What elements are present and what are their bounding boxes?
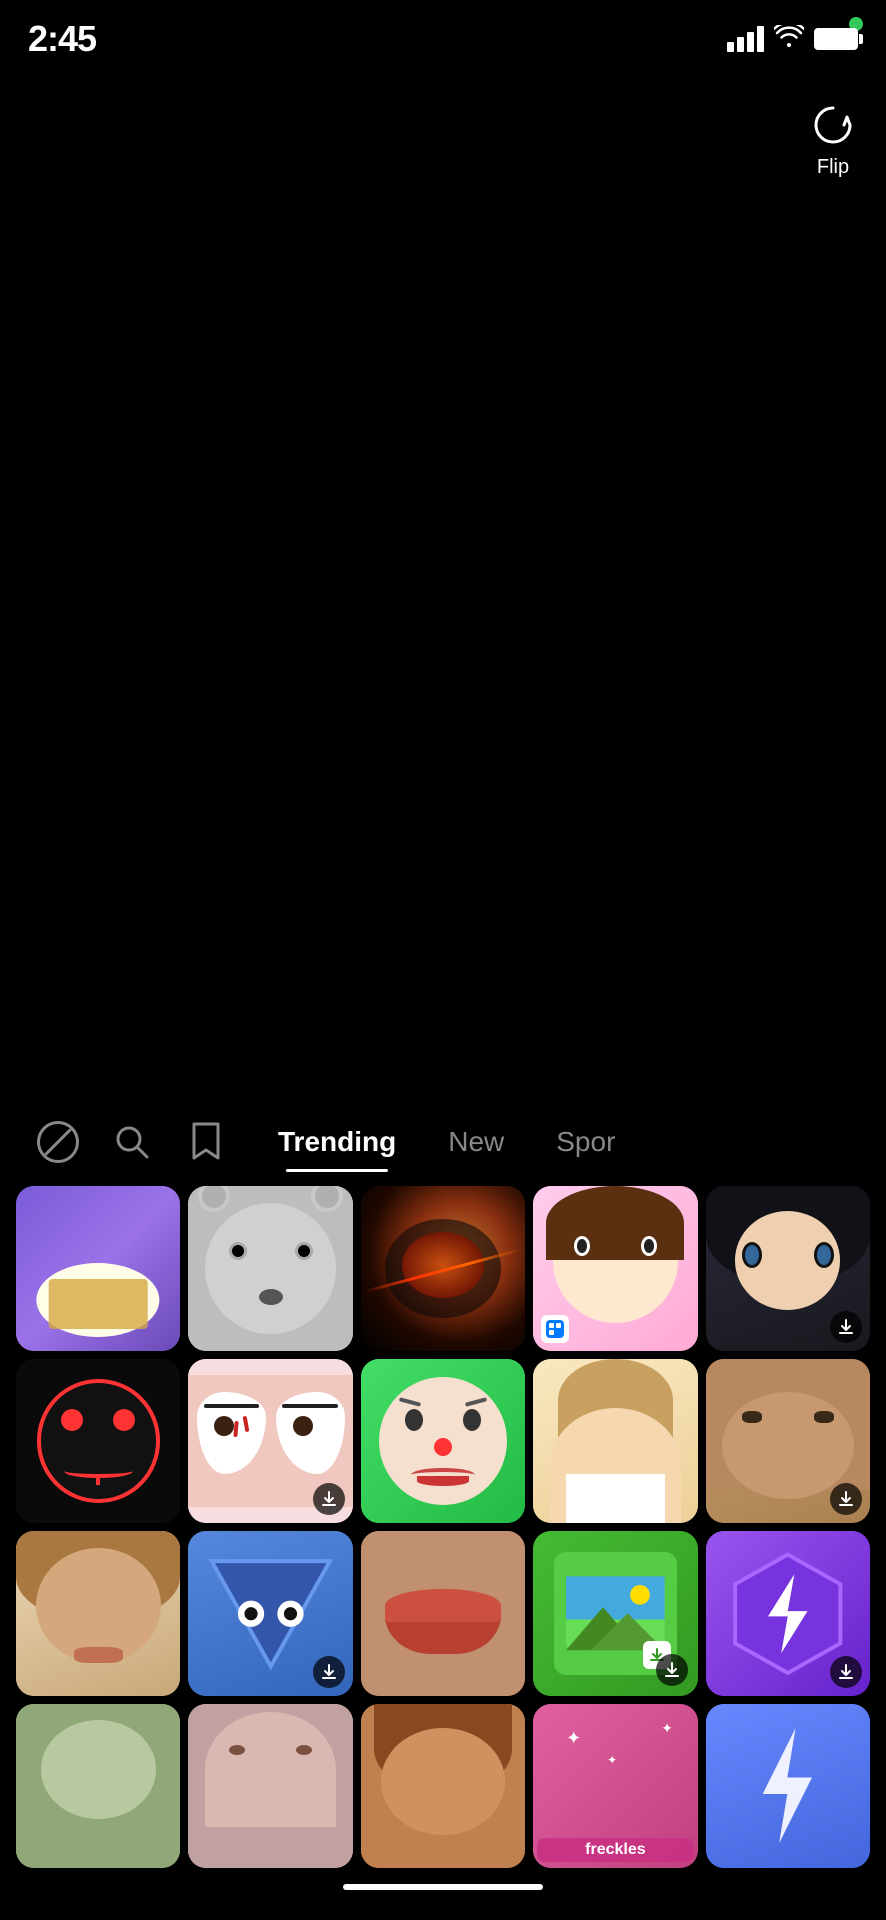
freckles-badge: freckles bbox=[537, 1838, 693, 1862]
battery-icon bbox=[814, 28, 858, 50]
filter-face-close[interactable] bbox=[706, 1359, 870, 1523]
signal-bar-4 bbox=[757, 26, 764, 52]
camera-viewfinder: Flip bbox=[0, 70, 886, 970]
tab-new[interactable]: New bbox=[422, 1114, 530, 1170]
tab-trending[interactable]: Trending bbox=[252, 1114, 422, 1170]
tabs-row: Trending New Spor bbox=[0, 1094, 886, 1170]
tab-icon-search[interactable] bbox=[104, 1114, 160, 1170]
tab-sports[interactable]: Spor bbox=[530, 1114, 641, 1170]
filter-blonde[interactable] bbox=[533, 1359, 697, 1523]
filter-partial-2[interactable] bbox=[188, 1704, 352, 1868]
signal-bar-1 bbox=[727, 42, 734, 52]
download-badge bbox=[830, 1311, 862, 1343]
filter-smiley[interactable] bbox=[16, 1359, 180, 1523]
bottom-panel: Trending New Spor bbox=[0, 1094, 886, 1920]
status-time: 2:45 bbox=[28, 18, 96, 60]
flip-button[interactable]: Flip bbox=[808, 100, 858, 179]
signal-bar-3 bbox=[747, 32, 754, 52]
status-icons bbox=[727, 25, 858, 53]
signal-bar-2 bbox=[737, 37, 744, 52]
filter-clown[interactable] bbox=[361, 1359, 525, 1523]
download-badge-hex bbox=[830, 1656, 862, 1688]
signal-bars bbox=[727, 26, 764, 52]
ban-icon bbox=[37, 1121, 79, 1163]
filter-photo-dl[interactable] bbox=[533, 1531, 697, 1695]
download-badge-photo bbox=[656, 1654, 688, 1686]
filter-freckles[interactable]: ✦ ✦ ✦ freckles bbox=[533, 1704, 697, 1868]
filter-partial-3[interactable] bbox=[361, 1704, 525, 1868]
filter-eyes[interactable] bbox=[188, 1359, 352, 1523]
download-badge-face bbox=[830, 1483, 862, 1515]
wifi-icon bbox=[774, 25, 804, 53]
filter-food[interactable] bbox=[16, 1186, 180, 1350]
filter-triangle-eyes[interactable] bbox=[188, 1531, 352, 1695]
filter-portrait-face[interactable] bbox=[16, 1531, 180, 1695]
flip-label: Flip bbox=[817, 156, 849, 179]
filter-lightning-hex[interactable] bbox=[706, 1531, 870, 1695]
filter-koala[interactable] bbox=[188, 1186, 352, 1350]
filter-cute-girl[interactable] bbox=[533, 1186, 697, 1350]
status-bar: 2:45 bbox=[0, 0, 886, 70]
tab-icon-bookmark[interactable] bbox=[178, 1114, 234, 1170]
home-indicator bbox=[343, 1884, 543, 1890]
filter-grid: ✦ ✦ ✦ freckles bbox=[0, 1170, 886, 1868]
app-badge bbox=[541, 1315, 569, 1343]
filter-anime-girl[interactable] bbox=[706, 1186, 870, 1350]
filter-dark-circle[interactable] bbox=[361, 1186, 525, 1350]
download-badge-triangle bbox=[313, 1656, 345, 1688]
filter-lips[interactable] bbox=[361, 1531, 525, 1695]
filter-partial-1[interactable] bbox=[16, 1704, 180, 1868]
filter-lightning-2[interactable] bbox=[706, 1704, 870, 1868]
tab-icon-ban[interactable] bbox=[30, 1114, 86, 1170]
download-badge-eyes bbox=[313, 1483, 345, 1515]
